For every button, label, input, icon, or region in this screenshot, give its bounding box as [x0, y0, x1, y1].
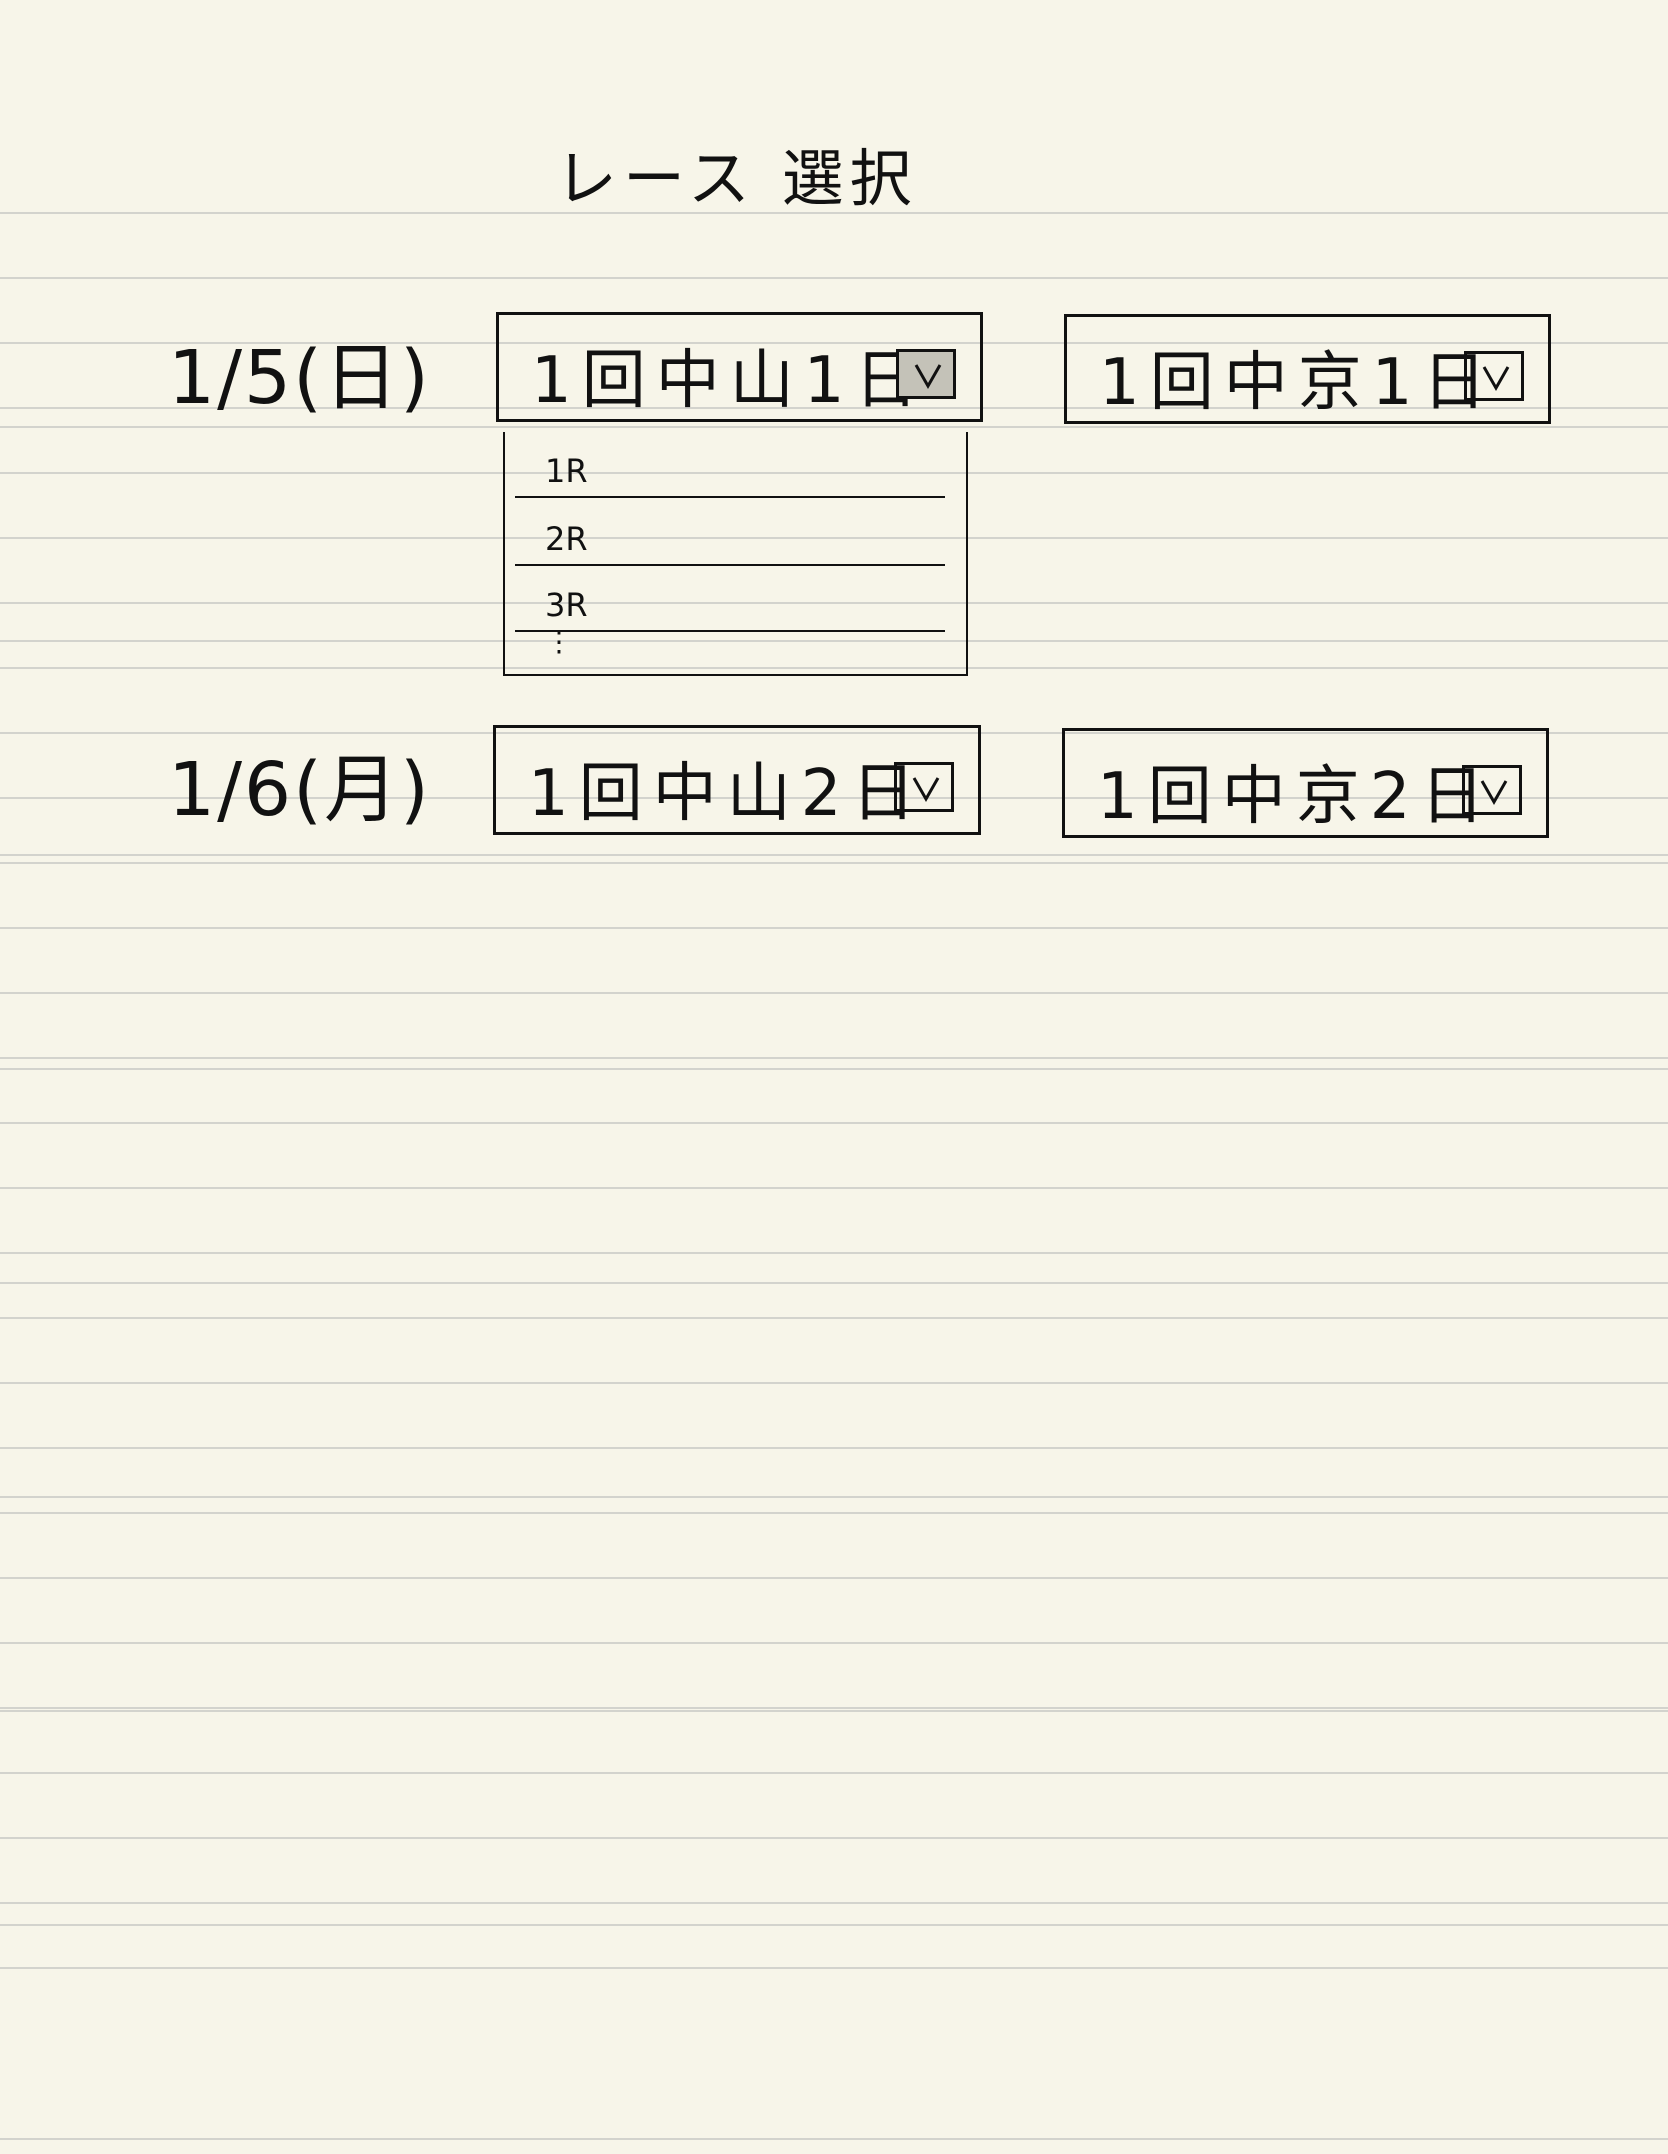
chevron-down-icon [1480, 780, 1508, 806]
more-options-ellipsis: ⋮ [545, 625, 573, 658]
dropdown-toggle-button[interactable] [894, 762, 954, 812]
race-option-2r[interactable]: 2R [515, 508, 945, 566]
dropdown-toggle-button[interactable] [1464, 351, 1524, 401]
race-dropdown-list: 1R 2R 3R ⋮ [503, 432, 968, 676]
race-option-1r[interactable]: 1R [515, 440, 945, 498]
page-title: レース 選択 [555, 142, 918, 215]
dropdown-toggle-button[interactable] [896, 349, 956, 399]
meeting-select-nakayama-1[interactable]: 1回中山1日 [496, 312, 983, 422]
chevron-down-icon [914, 364, 942, 390]
race-option-3r[interactable]: 3R [515, 574, 945, 632]
race-option-label: 1R [545, 452, 588, 490]
date-label-1-6: 1/6(月) [168, 747, 431, 833]
meeting-select-chukyo-1[interactable]: 1回中京1日 [1064, 314, 1551, 424]
meeting-select-value: 1回中京1日 [1099, 346, 1497, 420]
meeting-select-value: 1回中山2日 [528, 757, 926, 831]
dropdown-toggle-button[interactable] [1462, 765, 1522, 815]
meeting-select-chukyo-2[interactable]: 1回中京2日 [1062, 728, 1549, 838]
meeting-select-value: 1回中山1日 [531, 344, 929, 418]
race-option-label: 2R [545, 520, 588, 558]
race-option-label: 3R [545, 586, 588, 624]
chevron-down-icon [1482, 366, 1510, 392]
meeting-select-value: 1回中京2日 [1097, 760, 1495, 834]
chevron-down-icon [912, 777, 940, 803]
date-label-1-5: 1/5(日) [168, 335, 431, 421]
meeting-select-nakayama-2[interactable]: 1回中山2日 [493, 725, 981, 835]
